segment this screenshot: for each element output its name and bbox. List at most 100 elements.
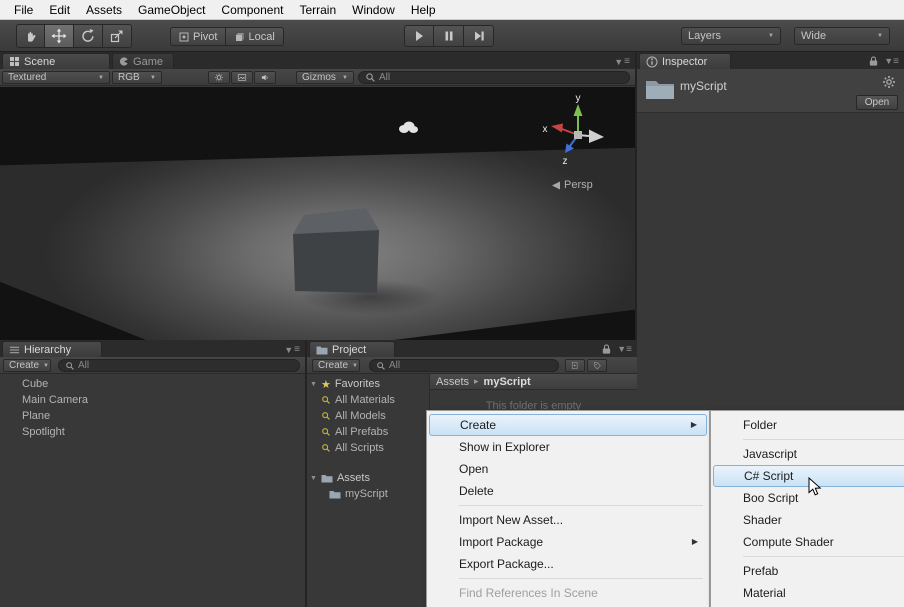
pause-button[interactable] [434,25,464,47]
project-panel-menu-icon[interactable]: ▼≡ [617,344,632,355]
menu-gameobject[interactable]: GameObject [130,0,213,20]
layers-dropdown[interactable]: Layers ▼ [681,27,781,45]
scene-search-input[interactable]: All [358,71,630,84]
pivot-icon [179,32,189,42]
hierarchy-search-input[interactable]: All [58,359,300,372]
mouse-cursor [808,477,822,497]
tab-hierarchy[interactable]: Hierarchy [2,341,102,357]
play-button[interactable] [404,25,434,47]
hand-icon [23,28,39,44]
project-tab-icon [316,345,328,355]
search-icon [65,361,75,371]
submenu-item-shader[interactable]: Shader [713,509,904,531]
rotate-tool-button[interactable] [74,24,103,48]
tab-project[interactable]: Project [309,341,395,357]
tab-game[interactable]: Game [112,53,174,69]
render-effects-toggle-button[interactable] [231,71,253,84]
submenu-item-javascript[interactable]: Javascript [713,443,904,465]
gizmo-center-cube[interactable] [574,131,582,139]
perspective-toggle[interactable]: Persp [552,179,593,191]
menu-component[interactable]: Component [213,0,291,20]
hierarchy-tabbar: Hierarchy ▼≡ [0,340,305,357]
scene-viewport[interactable]: y x z Persp [0,87,635,340]
project-search-input[interactable]: All [369,359,559,372]
breadcrumb-current[interactable]: myScript [484,376,531,388]
lighting-toggle-button[interactable] [208,71,230,84]
menu-edit[interactable]: Edit [41,0,78,20]
context-menu-item-show-in-explorer[interactable]: Show in Explorer [429,436,707,458]
menu-window[interactable]: Window [344,0,403,20]
menu-assets[interactable]: Assets [78,0,130,20]
context-menu-item-open[interactable]: Open [429,458,707,480]
saved-search-icon [321,443,331,453]
axis-z-cone[interactable] [565,144,574,154]
cube-object[interactable] [288,205,388,301]
pivot-toggle-button[interactable]: Pivot [170,27,226,46]
inspector-panel-menu-icon[interactable]: ▼≡ [884,56,899,67]
saved-search-icon [321,411,331,421]
hand-tool-button[interactable] [16,24,45,48]
context-menu-item-import-package[interactable]: Import Package ▶ [429,531,707,553]
context-menu: Create ▶ Show in Explorer Open Delete Im… [426,410,710,607]
scale-tool-button[interactable] [103,24,132,48]
chevron-down-icon: ▼ [43,363,49,369]
hierarchy-item-main-camera[interactable]: Main Camera [0,392,305,408]
project-create-button[interactable]: Create ▼ [312,359,360,372]
project-favorite-item[interactable]: All Materials [307,392,395,408]
menu-file[interactable]: File [6,0,41,20]
menubar: File Edit Assets GameObject Component Te… [0,0,904,20]
hierarchy-create-button[interactable]: Create ▼ [3,359,51,372]
assets-label: Assets [337,472,370,484]
layout-dropdown[interactable]: Wide ▼ [794,27,890,45]
context-menu-item-export-package[interactable]: Export Package... [429,553,707,575]
open-button-label: Open [865,97,889,108]
project-toolbar: Create ▼ All [307,357,637,374]
render-mode-dropdown[interactable]: Textured ▼ [2,71,110,84]
project-favorites-root[interactable]: ▼ ★ Favorites [307,376,380,392]
menu-help[interactable]: Help [403,0,444,20]
open-asset-search-button[interactable] [565,359,585,372]
game-tab-icon [119,56,129,67]
menu-terrain[interactable]: Terrain [291,0,344,20]
step-button[interactable] [464,25,494,47]
channel-dropdown[interactable]: RGB ▼ [112,71,162,84]
context-menu-item-delete[interactable]: Delete [429,480,707,502]
lock-icon[interactable] [868,55,879,67]
hierarchy-item-cube[interactable]: Cube [0,376,305,392]
project-assets-root[interactable]: ▼ Assets [307,470,370,486]
breadcrumb-root[interactable]: Assets [436,376,469,388]
move-tool-button[interactable] [45,24,74,48]
context-menu-item-import-new-asset[interactable]: Import New Asset... [429,509,707,531]
submenu-item-material[interactable]: Material [713,582,904,604]
hierarchy-item-plane[interactable]: Plane [0,408,305,424]
open-button[interactable]: Open [856,95,898,110]
lock-icon[interactable] [601,343,612,355]
tab-inspector[interactable]: Inspector [639,53,731,69]
submenu-item-prefab[interactable]: Prefab [713,560,904,582]
gizmos-dropdown[interactable]: Gizmos ▼ [296,71,354,84]
foldout-caret-icon[interactable]: ▼ [310,475,317,482]
folder-icon-large [645,77,675,101]
project-folder-myscript[interactable]: myScript [307,486,388,502]
submenu-arrow-icon: ▶ [692,531,698,553]
labels-filter-button[interactable] [587,359,607,372]
scene-orientation-gizmo[interactable]: y x z [538,91,618,171]
hierarchy-item-spotlight[interactable]: Spotlight [0,424,305,440]
context-menu-item-create[interactable]: Create ▶ [429,414,707,436]
submenu-item-compute-shader[interactable]: Compute Shader [713,531,904,553]
gear-icon[interactable] [882,75,896,89]
audio-toggle-button[interactable] [254,71,276,84]
axis-x-cone[interactable] [551,124,563,133]
local-toggle-button[interactable]: Local [226,27,283,46]
document-plus-icon [571,360,579,371]
foldout-caret-icon[interactable]: ▼ [310,381,317,388]
tab-scene[interactable]: Scene [2,53,110,69]
project-favorite-item[interactable]: All Models [307,408,386,424]
axis-y-cone[interactable] [574,104,583,116]
hierarchy-panel-menu-icon[interactable]: ▼≡ [284,344,305,357]
axis-back-cone[interactable] [589,130,604,144]
project-favorite-item[interactable]: All Scripts [307,440,384,456]
scene-panel-menu-icon[interactable]: ▼≡ [614,56,635,69]
submenu-item-folder[interactable]: Folder [713,414,904,436]
project-favorite-item[interactable]: All Prefabs [307,424,388,440]
